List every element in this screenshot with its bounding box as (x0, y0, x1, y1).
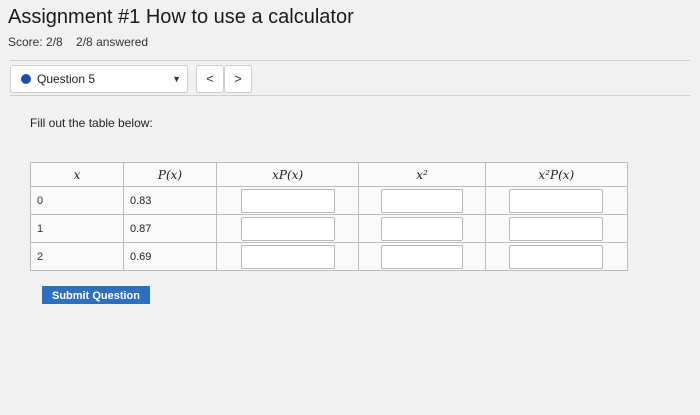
status-dot-icon (21, 74, 31, 84)
question-label: Question 5 (37, 72, 96, 86)
table-row: 1 0.87 (30, 214, 629, 243)
table-row: 0 0.83 (30, 186, 629, 215)
header-x2px: x²P(x) (484, 162, 629, 187)
header-xpx: xP(x) (215, 162, 360, 187)
header-x: x (30, 162, 124, 187)
header-x2: x² (358, 162, 486, 187)
question-bar: Question 5 ▼ < > (10, 60, 690, 96)
question-prompt: Fill out the table below: (30, 116, 153, 130)
page-title: Assignment #1 How to use a calculator (8, 6, 354, 28)
x2px-input[interactable] (509, 244, 604, 269)
score-line: Score: 2/8 2/8 answered (8, 35, 158, 49)
answer-table: x P(x) xP(x) x² x²P(x) 0 0.83 1 0.87 2 0… (30, 162, 629, 271)
table-header-row: x P(x) xP(x) x² x²P(x) (30, 162, 629, 187)
xpx-input[interactable] (240, 188, 335, 213)
p-value: 0.69 (123, 242, 217, 271)
xpx-input[interactable] (240, 244, 335, 269)
x2-input[interactable] (380, 244, 463, 269)
x-value: 1 (30, 214, 124, 243)
xpx-input[interactable] (240, 216, 335, 241)
x2px-input[interactable] (509, 188, 604, 213)
table-row: 2 0.69 (30, 242, 629, 271)
question-select[interactable]: Question 5 ▼ (10, 65, 188, 93)
x2px-input[interactable] (509, 216, 604, 241)
x-value: 0 (30, 186, 124, 215)
chevron-down-icon: ▼ (172, 74, 181, 84)
answered-text: 2/8 answered (76, 35, 149, 49)
x-value: 2 (30, 242, 124, 271)
x2-input[interactable] (380, 188, 463, 213)
header-px: P(x) (123, 162, 217, 187)
x2-input[interactable] (380, 216, 463, 241)
p-value: 0.83 (123, 186, 217, 215)
score-text: Score: 2/8 (8, 35, 63, 49)
p-value: 0.87 (123, 214, 217, 243)
prev-question-button[interactable]: < (196, 65, 224, 93)
next-question-button[interactable]: > (224, 65, 252, 93)
submit-question-button[interactable]: Submit Question (42, 286, 150, 304)
